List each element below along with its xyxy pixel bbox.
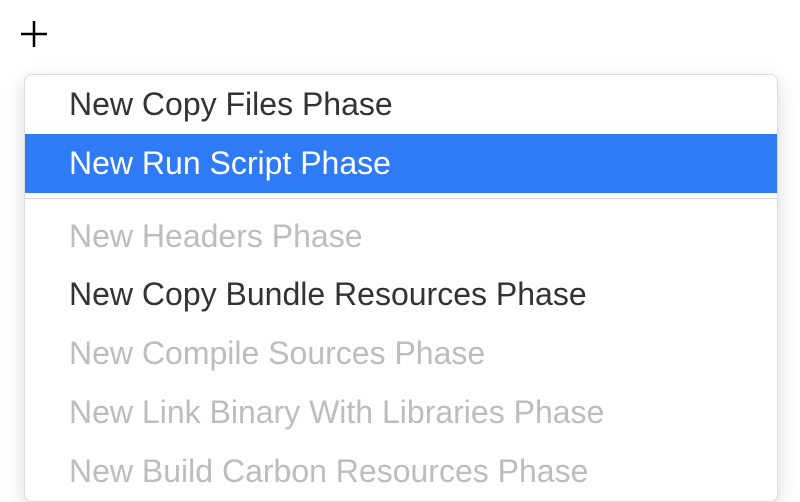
menu-item-new-run-script-phase[interactable]: New Run Script Phase bbox=[25, 134, 777, 193]
menu-item-new-build-carbon-resources-phase: New Build Carbon Resources Phase bbox=[25, 442, 777, 501]
menu-item-new-copy-bundle-resources-phase[interactable]: New Copy Bundle Resources Phase bbox=[25, 265, 777, 324]
plus-icon bbox=[18, 18, 50, 55]
menu-item-new-copy-files-phase[interactable]: New Copy Files Phase bbox=[25, 75, 777, 134]
menu-item-new-compile-sources-phase: New Compile Sources Phase bbox=[25, 324, 777, 383]
add-build-phase-button[interactable] bbox=[16, 18, 52, 54]
build-phase-menu: New Copy Files Phase New Run Script Phas… bbox=[24, 74, 778, 502]
menu-item-new-headers-phase: New Headers Phase bbox=[25, 207, 777, 266]
menu-separator bbox=[25, 198, 777, 199]
menu-item-new-link-binary-with-libraries-phase: New Link Binary With Libraries Phase bbox=[25, 383, 777, 442]
